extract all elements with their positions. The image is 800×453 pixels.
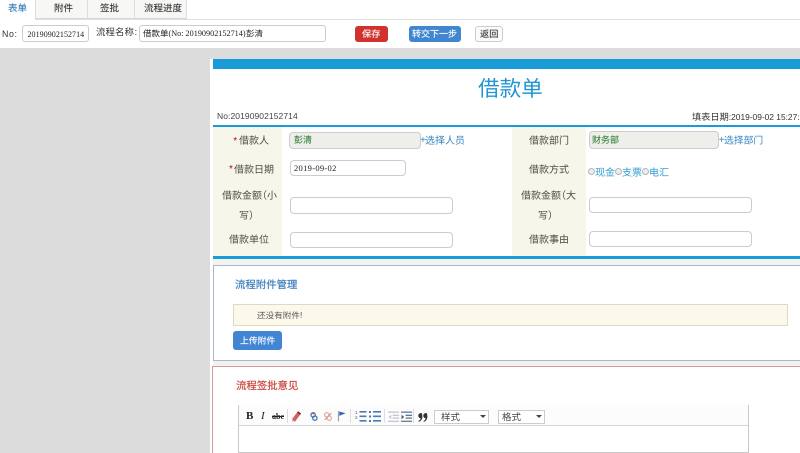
- svg-text:2: 2: [355, 415, 358, 420]
